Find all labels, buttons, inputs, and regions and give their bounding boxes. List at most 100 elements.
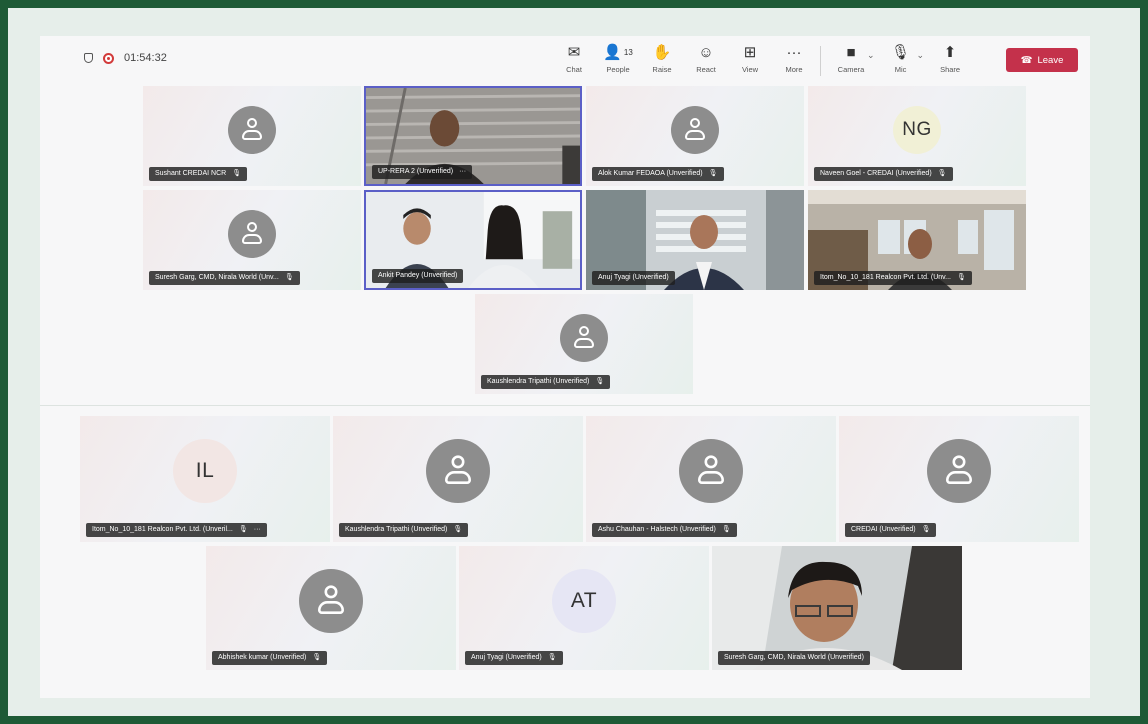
more-options-icon[interactable]: ··· — [459, 165, 466, 179]
participant-name-label: Ankit Pandey (Unverified) — [372, 269, 464, 283]
avatar-initials: NG — [893, 106, 941, 154]
toolbar-label: Raise — [652, 65, 672, 74]
person-icon — [946, 455, 972, 487]
participant-name-label: Naveen Goel - CREDAI (Unverified) 🎙 — [814, 167, 953, 181]
person-icon — [574, 326, 594, 350]
person-icon — [242, 222, 262, 246]
recording-icon — [103, 52, 114, 64]
participant-tile[interactable]: Abhishek kumar (Unverified) 🎙 — [206, 546, 456, 670]
toolbar-more-button[interactable]: ··· More — [772, 44, 816, 74]
mic-off-icon: 🎙 — [453, 526, 463, 533]
avatar — [228, 210, 276, 258]
chevron-down-icon[interactable]: ⌄ — [867, 50, 875, 61]
participant-tile[interactable]: Sushant CREDAI NCR 🎙 — [143, 86, 361, 186]
participant-tile[interactable]: CREDAI (Unverified) 🎙 — [839, 416, 1079, 542]
participant-name-label: Alok Kumar FEDAOA (Unverified) 🎙 — [592, 167, 724, 181]
mic-off-icon: 🎙 — [595, 378, 605, 385]
toolbar-label: People — [606, 65, 630, 74]
mic-off-icon: 🎙 — [708, 170, 718, 177]
avatar-initials: AT — [552, 568, 616, 633]
participant-tile[interactable]: Suresh Garg, CMD, Nirala World (Unv... 🎙 — [143, 190, 361, 290]
avatar — [679, 439, 743, 504]
people-count: 13 — [623, 48, 633, 57]
person-icon — [685, 118, 705, 142]
participant-name-label: Kaushlendra Tripathi (Unverified) 🎙 — [481, 375, 611, 389]
participant-name-label: UP-RERA 2 (Unverified) ··· — [372, 165, 473, 179]
mic-off-icon: 🎙 — [891, 44, 911, 61]
participant-name-label: Sushant CREDAI NCR 🎙 — [149, 167, 248, 181]
toolbar-label: Share — [940, 65, 961, 74]
toolbar-buttons: ✉ Chat 👤 13 People ✋ Raise ☺ React ⊞ View ··· More ■ C… — [552, 44, 972, 76]
avatar — [927, 439, 991, 504]
phone-hangup-icon: ☎ — [1020, 54, 1033, 66]
avatar — [426, 439, 490, 504]
toolbar-label: View — [741, 65, 759, 74]
participant-video-tile[interactable]: Ankit Pandey (Unverified) — [364, 190, 582, 290]
toolbar-chat-button[interactable]: ✉ Chat — [552, 44, 596, 74]
chevron-down-icon[interactable]: ⌄ — [917, 50, 925, 61]
participant-name-label: Anuj Tyagi (Unverified) 🎙 — [465, 651, 563, 665]
toolbar-label: Chat — [566, 65, 582, 74]
person-icon — [242, 118, 262, 142]
participant-video-tile[interactable]: UP-RERA 2 (Unverified) ··· — [364, 86, 582, 186]
mic-off-icon: 🎙 — [937, 170, 947, 177]
mic-off-icon: 🎙 — [957, 274, 966, 281]
mic-off-icon: 🎙 — [921, 526, 931, 533]
raise-hand-icon: ✋ — [652, 44, 672, 61]
more-options-icon[interactable]: ··· — [254, 523, 261, 537]
toolbar-view-button[interactable]: ⊞ View — [728, 44, 772, 74]
toolbar-label: React — [696, 65, 716, 74]
participant-name-label: Anuj Tyagi (Unverified) — [592, 271, 675, 285]
participant-name-label: Suresh Garg, CMD, Nirala World (Unv... 🎙 — [149, 271, 300, 285]
toolbar-people-button[interactable]: 👤 13 People — [596, 44, 640, 74]
toolbar-label: More — [785, 65, 803, 74]
participant-tile[interactable]: Kaushlendra Tripathi (Unverified) 🎙 — [475, 294, 693, 394]
share-icon: ⬆ — [943, 44, 957, 61]
avatar — [560, 314, 608, 362]
participant-tile[interactable]: IL Itom_No_10_181 Realcon Pvt. Ltd. (Unv… — [80, 416, 330, 542]
participant-video-tile[interactable]: Anuj Tyagi (Unverified) — [586, 190, 804, 290]
toolbar-react-button[interactable]: ☺ React — [684, 44, 728, 74]
person-icon — [698, 455, 724, 487]
avatar — [299, 568, 363, 633]
participant-name-label: Itom_No_10_181 Realcon Pvt. Ltd. (Unv...… — [814, 271, 972, 285]
avatar — [671, 106, 719, 154]
participant-name-label: Abhishek kumar (Unverified) 🎙 — [212, 651, 328, 665]
toolbar-label: Camera — [837, 65, 865, 74]
mic-off-icon: 🎙 — [547, 654, 557, 661]
participant-tile[interactable]: Ashu Chauhan - Halstech (Unverified) 🎙 — [586, 416, 836, 542]
meeting-status: 01:54:32 — [84, 52, 167, 64]
toolbar-raise-button[interactable]: ✋ Raise — [640, 44, 684, 74]
react-icon: ☺ — [698, 44, 714, 61]
participant-tile[interactable]: Kaushlendra Tripathi (Unverified) 🎙 — [333, 416, 583, 542]
meeting-toolbar: 01:54:32 ✉ Chat 👤 13 People ✋ Raise ☺ React ⊞ View… — [40, 36, 1090, 84]
participant-name-label: Ashu Chauhan - Halstech (Unverified) 🎙 — [592, 523, 737, 537]
person-icon — [445, 455, 471, 487]
shield-icon — [84, 53, 93, 63]
view-icon: ⊞ — [743, 44, 757, 61]
participant-video-tile[interactable]: Itom_No_10_181 Realcon Pvt. Ltd. (Unv...… — [808, 190, 1026, 290]
chat-icon: ✉ — [567, 44, 581, 61]
person-icon — [318, 584, 344, 616]
camera-off-icon: ■ — [846, 44, 856, 61]
meeting-timer: 01:54:32 — [124, 52, 167, 64]
participant-name-label: Itom_No_10_181 Realcon Pvt. Ltd. (Unveri… — [86, 523, 267, 537]
mic-off-icon: 🎙 — [284, 274, 294, 281]
participant-video-tile[interactable]: Suresh Garg, CMD, Nirala World (Unverifi… — [712, 546, 962, 670]
mic-off-icon: 🎙 — [721, 526, 731, 533]
participant-tile[interactable]: Alok Kumar FEDAOA (Unverified) 🎙 — [586, 86, 804, 186]
mic-off-icon: 🎙 — [238, 526, 248, 533]
leave-button[interactable]: ☎ Leave — [1006, 48, 1078, 72]
avatar — [228, 106, 276, 154]
participant-tile[interactable]: NG Naveen Goel - CREDAI (Unverified) 🎙 — [808, 86, 1026, 186]
more-icon: ··· — [786, 44, 802, 61]
toolbar-share-button[interactable]: ⬆ Share — [928, 44, 972, 74]
toolbar-label: Mic — [894, 65, 907, 74]
leave-label: Leave — [1037, 54, 1064, 66]
avatar-initials: IL — [173, 439, 237, 504]
toolbar-separator — [820, 46, 821, 76]
participant-name-label: Suresh Garg, CMD, Nirala World (Unverifi… — [718, 651, 870, 665]
participant-name-label: Kaushlendra Tripathi (Unverified) 🎙 — [339, 523, 469, 537]
participant-tile[interactable]: AT Anuj Tyagi (Unverified) 🎙 — [459, 546, 709, 670]
mic-off-icon: 🎙 — [312, 654, 322, 661]
